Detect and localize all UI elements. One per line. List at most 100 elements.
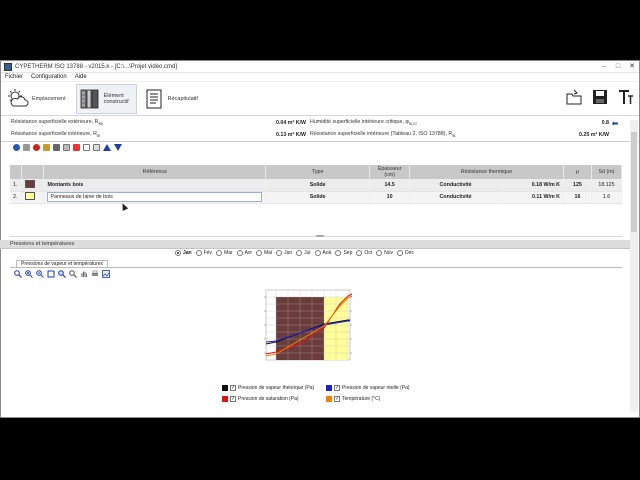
layer-thickness[interactable]: 10 [369, 191, 411, 204]
emplacement-button[interactable]: Emplacement [5, 84, 72, 114]
col-type[interactable]: Type [265, 165, 371, 179]
minimize-icon[interactable]: – [597, 62, 611, 72]
zoom-out-icon[interactable] [36, 270, 44, 278]
recapitulatif-button[interactable]: Récapitulatif [141, 84, 204, 114]
menu-aide[interactable]: Aide [75, 74, 87, 80]
layer-color-swatch[interactable] [25, 179, 36, 188]
scrollbar-thumb[interactable] [631, 132, 637, 232]
menu-configuration[interactable]: Configuration [31, 74, 67, 80]
humidity-value: 0.8 [601, 120, 609, 126]
month-radio-3[interactable]: Avr [236, 250, 253, 256]
print-icon[interactable] [91, 270, 99, 278]
zoom-window-icon[interactable] [58, 270, 66, 278]
element-constructif-button[interactable]: Élément constructif [75, 83, 137, 114]
splitter-handle[interactable] [316, 235, 324, 237]
col-thickness[interactable]: Épaisseur (cm) [369, 165, 411, 179]
month-radio-7[interactable]: Aoû [314, 250, 331, 256]
open-folder-icon[interactable] [565, 88, 583, 106]
month-radio-6[interactable]: Jul [296, 250, 311, 256]
layer-color-swatch[interactable] [25, 192, 36, 200]
month-radio-10[interactable]: Nov [376, 250, 393, 256]
col-reference[interactable]: Référence [43, 165, 267, 179]
table-row[interactable]: 2. Panneaux de laine de bois Solide 10 C… [10, 191, 623, 204]
layer-resistance-type[interactable]: Conductivité [409, 179, 503, 192]
col-mu[interactable]: μ [563, 165, 592, 179]
library-icon[interactable] [43, 143, 50, 151]
layer-type[interactable]: Solide [265, 179, 371, 192]
zoom-in-icon[interactable] [25, 270, 33, 278]
maximize-icon[interactable]: □ [611, 62, 625, 72]
legend-label: Pression de saturation (Pa) [238, 396, 299, 402]
checkbox-icon[interactable]: ✓ [230, 385, 236, 391]
legend-label: Température (°C) [342, 396, 381, 402]
table-row[interactable]: 1. Montants bois Solide 14.5 Conductivit… [10, 179, 623, 192]
close-icon[interactable]: ✕ [625, 62, 639, 72]
layer-mu[interactable]: 125 [563, 179, 592, 192]
month-label: Mar [223, 250, 233, 256]
month-radio-9[interactable]: Oct [356, 250, 372, 256]
layer-resistance-value[interactable]: 0.11 W/m K [501, 191, 564, 204]
radio-icon[interactable] [397, 250, 404, 256]
legend-real-pressure[interactable]: ✓ Pression de vapeur réelle (Pa) [326, 385, 410, 391]
layer-reference-input[interactable]: Panneaux de laine de bois [47, 192, 263, 202]
back-arrow-icon[interactable]: ⬅ [609, 119, 621, 128]
pan-hand-icon[interactable] [80, 270, 88, 278]
insert-icon[interactable] [63, 143, 70, 151]
checkbox-icon[interactable]: ✓ [334, 385, 340, 391]
radio-icon[interactable] [276, 250, 283, 256]
legend-swatch [222, 396, 228, 402]
col-resistance[interactable]: Résistance thermique [409, 165, 564, 179]
menu-fichier[interactable]: Fichier [5, 74, 23, 80]
month-radio-0[interactable]: Jan [175, 250, 192, 256]
move-down-icon[interactable] [114, 143, 122, 151]
checkbox-icon[interactable]: ✓ [230, 396, 236, 402]
zoom-region-icon[interactable] [14, 270, 22, 278]
layer-thickness[interactable]: 14.5 [369, 179, 411, 192]
radio-icon[interactable] [236, 250, 243, 256]
layer-resistance-type[interactable]: Conductivité [409, 191, 503, 204]
paste-icon[interactable] [93, 143, 100, 151]
month-radio-2[interactable]: Mar [215, 250, 233, 256]
checkbox-icon[interactable]: ✓ [334, 396, 340, 402]
month-radio-8[interactable]: Sep [335, 250, 352, 256]
legend-theoretical-pressure[interactable]: ✓ Pression de vapeur théorique (Pa) [222, 385, 314, 391]
legend-temperature[interactable]: ✓ Température (°C) [326, 396, 380, 402]
month-label: Avr [244, 250, 253, 256]
move-up-icon[interactable] [103, 143, 111, 151]
cut-icon[interactable] [73, 143, 80, 151]
add-layer-icon[interactable] [13, 143, 20, 151]
layer-mu[interactable]: 16 [563, 191, 592, 204]
database-icon[interactable] [53, 143, 60, 151]
radio-icon[interactable] [376, 250, 383, 256]
chart-toolbar [14, 270, 110, 278]
radio-icon[interactable] [335, 250, 342, 256]
radio-icon[interactable] [356, 250, 363, 256]
delete-icon[interactable] [33, 143, 40, 151]
radio-icon[interactable] [215, 250, 222, 256]
month-radio-4[interactable]: Mai [256, 250, 272, 256]
zoom-fit-icon[interactable] [47, 270, 55, 278]
month-radio-5[interactable]: Jun [276, 250, 292, 256]
layer-resistance-value[interactable]: 0.18 W/m K [501, 179, 564, 192]
layers-table: Référence Type Épaisseur (cm) Résistance… [10, 165, 623, 204]
edit-icon[interactable] [23, 143, 30, 151]
copy-icon[interactable] [83, 143, 90, 151]
text-icon[interactable] [617, 88, 635, 106]
radio-icon[interactable] [296, 250, 303, 256]
radio-icon[interactable] [314, 250, 321, 256]
save-icon[interactable] [591, 88, 609, 106]
radio-icon[interactable] [175, 250, 181, 256]
month-radio-11[interactable]: Déc [397, 250, 414, 256]
month-radio-1[interactable]: Fév [195, 250, 212, 256]
radio-icon[interactable] [256, 250, 263, 256]
layer-sd: 18.125 [591, 179, 623, 192]
radio-icon[interactable] [195, 250, 202, 256]
month-label: Oct [364, 250, 373, 256]
zoom-previous-icon[interactable] [69, 270, 77, 278]
export-image-icon[interactable] [102, 270, 110, 278]
layer-reference[interactable]: Montants bois [43, 179, 267, 192]
vertical-scrollbar[interactable] [630, 120, 638, 412]
layer-type[interactable]: Solide [265, 191, 371, 204]
legend-saturation-pressure[interactable]: ✓ Pression de saturation (Pa) [222, 396, 299, 402]
col-sd[interactable]: Sd (m) [591, 165, 623, 179]
